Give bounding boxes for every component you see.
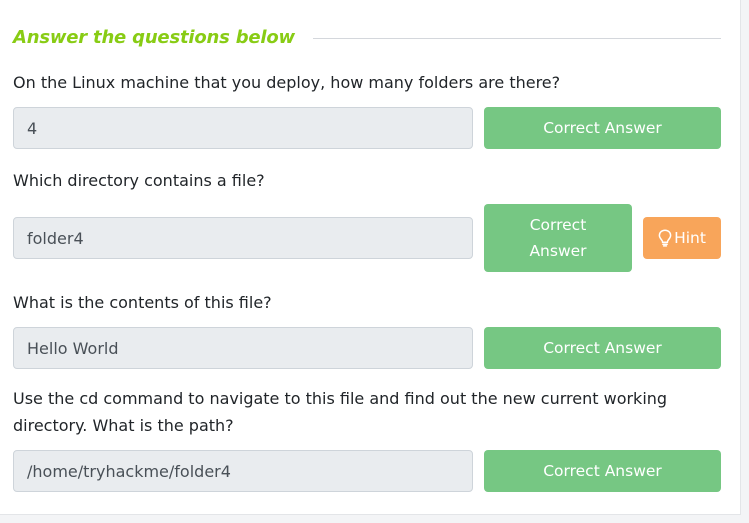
task-panel: Answer the questions below On the Linux … xyxy=(0,0,741,515)
lightbulb-icon xyxy=(658,229,672,247)
question-2-answer-field[interactable]: folder4 xyxy=(13,217,473,259)
question-1-answer-field[interactable]: 4 xyxy=(13,107,473,149)
question-3-correct-answer-button[interactable]: Correct Answer xyxy=(484,327,721,369)
hint-label: Hint xyxy=(674,229,706,247)
section-divider xyxy=(312,37,721,39)
question-2-hint-button[interactable]: Hint xyxy=(643,217,721,259)
question-4-text-line-1: Use the cd command to navigate to this f… xyxy=(13,389,668,408)
question-1-text: On the Linux machine that you deploy, ho… xyxy=(13,73,561,92)
question-2-correct-answer-button[interactable]: Correct Answer xyxy=(484,204,632,272)
question-2-correct-answer-label-line-2: Answer xyxy=(529,242,587,260)
question-2-text: Which directory contains a file? xyxy=(13,171,265,190)
question-4-text: Use the cd command to navigate to this f… xyxy=(13,385,667,439)
section-header: Answer the questions below xyxy=(13,24,721,50)
question-4-answer-field[interactable]: /home/tryhackme/folder4 xyxy=(13,450,473,492)
question-3-answer-field[interactable]: Hello World xyxy=(13,327,473,369)
question-4-text-line-2: directory. What is the path? xyxy=(13,416,234,435)
question-3-text: What is the contents of this file? xyxy=(13,293,272,312)
question-4-correct-answer-button[interactable]: Correct Answer xyxy=(484,450,721,492)
question-1-correct-answer-button[interactable]: Correct Answer xyxy=(484,107,721,149)
section-title: Answer the questions below xyxy=(13,26,295,48)
question-2-correct-answer-label-line-1: Correct xyxy=(529,216,587,234)
